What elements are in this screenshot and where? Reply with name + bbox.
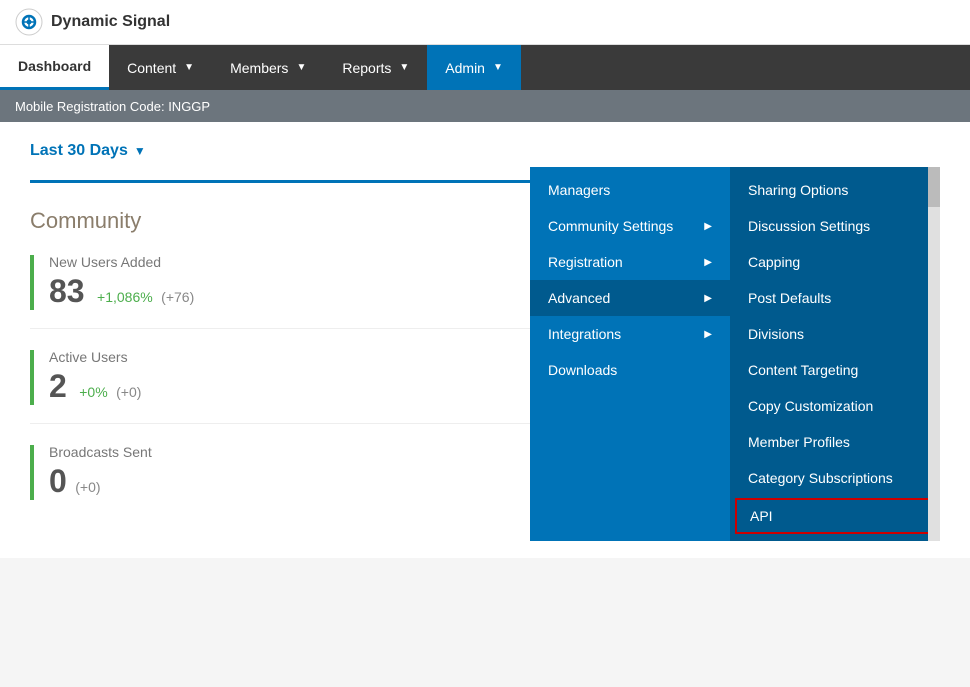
broadcasts-label: Broadcasts Sent [49, 444, 152, 460]
logo-text: Dynamic Signal [51, 13, 170, 31]
dropdown-item-downloads[interactable]: Downloads [530, 352, 730, 388]
date-caret-icon: ▼ [134, 144, 146, 158]
scrollbar-thumb[interactable] [928, 167, 940, 207]
new-users-label: New Users Added [49, 254, 194, 270]
dropdown-item-integrations[interactable]: Integrations ▶ [530, 316, 730, 352]
admin-dropdown-primary: Managers Community Settings ▶ Registrati… [530, 167, 730, 541]
members-caret: ▼ [296, 62, 306, 73]
content-caret: ▼ [184, 62, 194, 73]
secondary-item-capping[interactable]: Capping [730, 244, 940, 280]
dropdown-item-community-settings[interactable]: Community Settings ▶ [530, 208, 730, 244]
main-content: Last 30 Days ▼ Community New Users Added… [0, 122, 970, 558]
registration-arrow: ▶ [704, 257, 712, 268]
nav-item-dashboard[interactable]: Dashboard [0, 45, 109, 90]
admin-dropdown: Managers Community Settings ▶ Registrati… [530, 167, 940, 541]
secondary-item-post-defaults[interactable]: Post Defaults [730, 280, 940, 316]
stat-bar-new-users [30, 255, 34, 310]
nav-item-reports[interactable]: Reports ▼ [324, 45, 427, 90]
logo-area[interactable]: Dynamic Signal [15, 8, 170, 36]
active-users-change: +0% [79, 384, 107, 400]
secondary-item-category-subscriptions[interactable]: Category Subscriptions [730, 460, 940, 496]
secondary-item-copy-customization[interactable]: Copy Customization [730, 388, 940, 424]
stat-bar-broadcasts [30, 445, 34, 500]
new-users-change: +1,086% [97, 289, 153, 305]
secondary-item-divisions[interactable]: Divisions [730, 316, 940, 352]
dropdown-item-advanced[interactable]: Advanced ▶ [530, 280, 730, 316]
header-bar: Dynamic Signal [0, 0, 970, 45]
dropdown-item-registration[interactable]: Registration ▶ [530, 244, 730, 280]
secondary-item-member-profiles[interactable]: Member Profiles [730, 424, 940, 460]
logo-icon [15, 8, 43, 36]
stat-bar-active-users [30, 350, 34, 405]
nav-item-admin[interactable]: Admin ▼ [427, 45, 521, 90]
secondary-item-sharing-options[interactable]: Sharing Options [730, 172, 940, 208]
secondary-item-content-targeting[interactable]: Content Targeting [730, 352, 940, 388]
active-users-value: 2 [49, 368, 67, 404]
date-selector[interactable]: Last 30 Days ▼ [30, 142, 146, 160]
nav-bar: Dashboard Content ▼ Members ▼ Reports ▼ … [0, 45, 970, 90]
new-users-change-raw: (+76) [161, 289, 194, 305]
scrollbar[interactable] [928, 167, 940, 541]
admin-caret: ▼ [493, 62, 503, 73]
active-users-change-raw: (+0) [116, 384, 141, 400]
broadcasts-value: 0 [49, 463, 67, 499]
integrations-arrow: ▶ [704, 329, 712, 340]
reports-caret: ▼ [399, 62, 409, 73]
new-users-value: 83 [49, 273, 85, 309]
reg-bar: Mobile Registration Code: INGGP [0, 90, 970, 122]
secondary-item-discussion-settings[interactable]: Discussion Settings [730, 208, 940, 244]
active-users-label: Active Users [49, 349, 141, 365]
nav-item-content[interactable]: Content ▼ [109, 45, 212, 90]
nav-item-members[interactable]: Members ▼ [212, 45, 324, 90]
advanced-arrow: ▶ [704, 293, 712, 304]
broadcasts-change-raw: (+0) [75, 479, 100, 495]
dropdown-item-managers[interactable]: Managers [530, 172, 730, 208]
admin-dropdown-secondary: Sharing Options Discussion Settings Capp… [730, 167, 940, 541]
secondary-item-api[interactable]: API [735, 498, 935, 534]
community-settings-arrow: ▶ [704, 221, 712, 232]
